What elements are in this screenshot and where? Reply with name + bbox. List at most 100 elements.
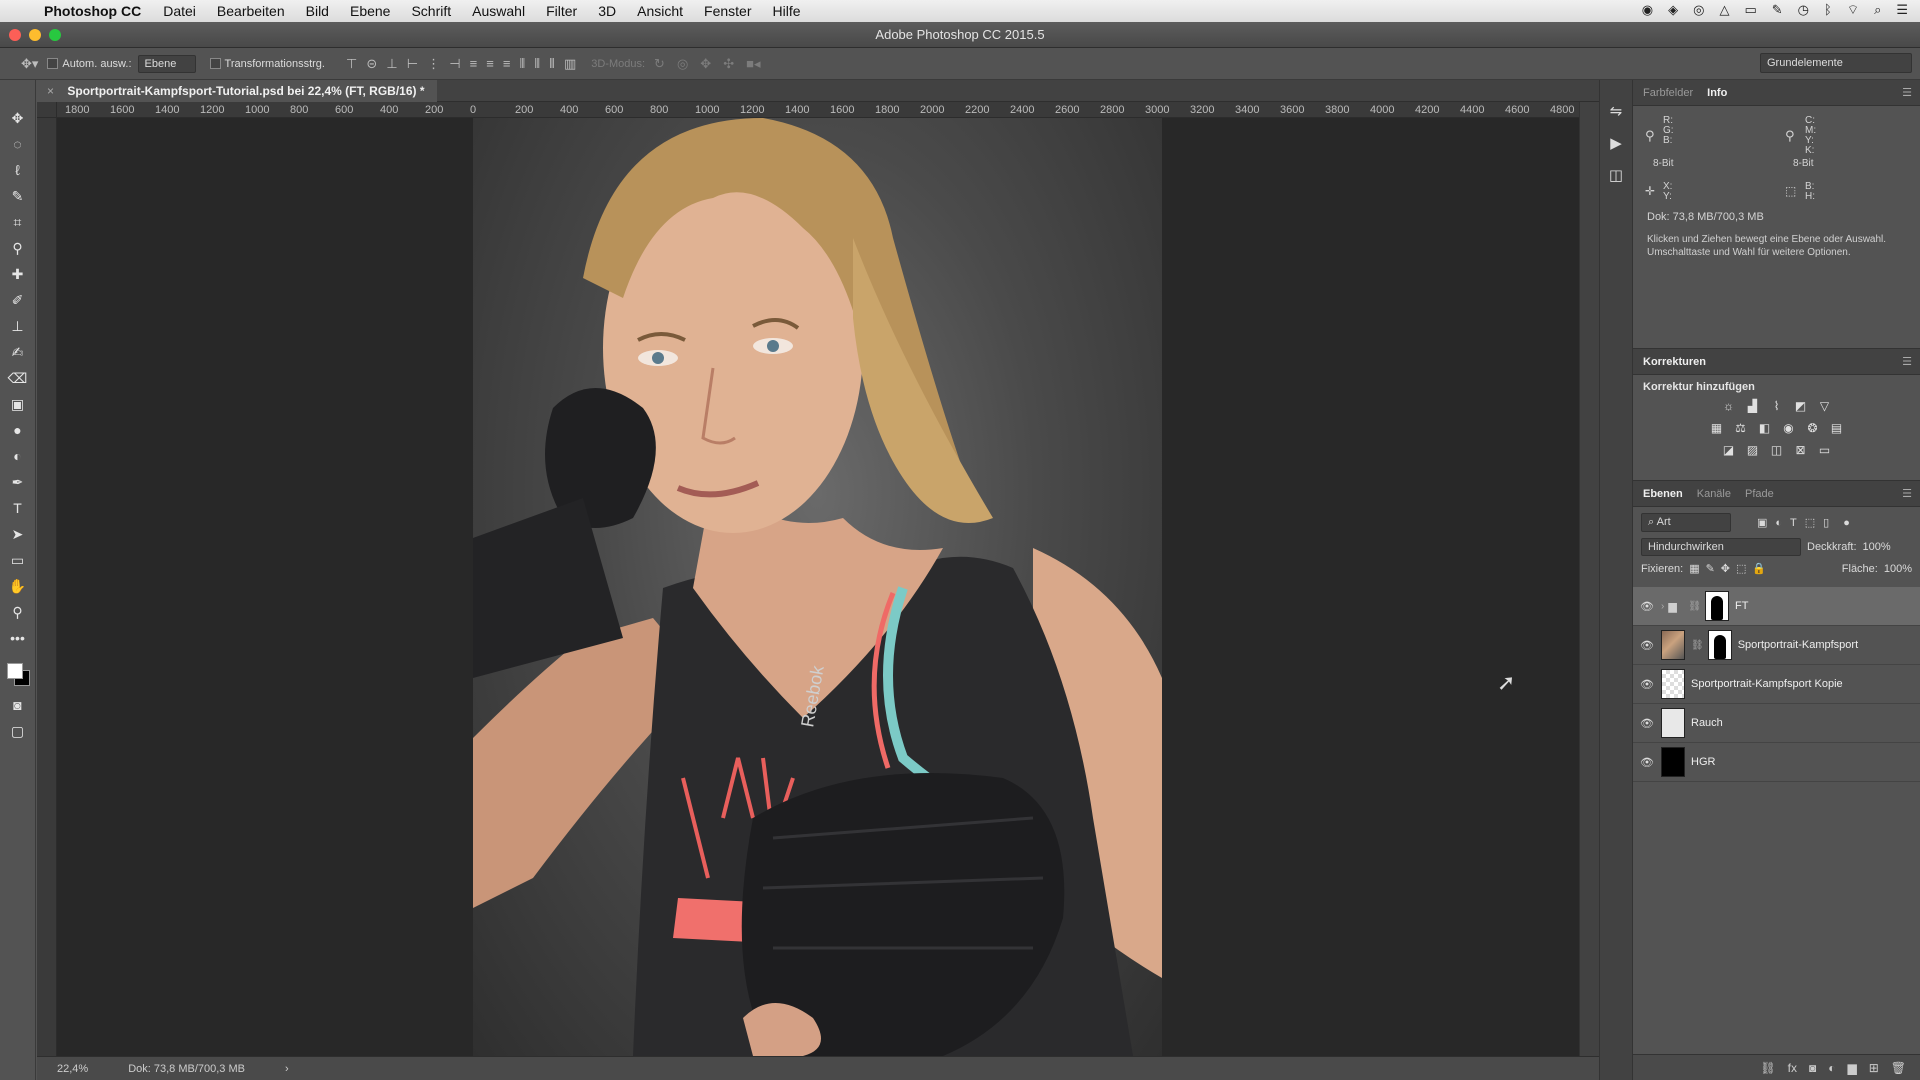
3d-roll-icon[interactable]: ◎ (677, 56, 688, 72)
layer-name[interactable]: Rauch (1691, 717, 1723, 729)
crop-tool-icon[interactable]: ⌗ (6, 214, 30, 231)
brush-tool-icon[interactable]: ✐ (6, 292, 30, 309)
script-icon[interactable]: ✎ (1772, 2, 1783, 18)
link-layers-icon[interactable]: ⛓ (1760, 1061, 1775, 1075)
notification-icon[interactable]: ☰ (1896, 2, 1908, 18)
close-window-button[interactable] (9, 29, 21, 41)
move-tool-icon[interactable]: ✥ (6, 110, 30, 127)
3d-rotate-icon[interactable]: ↻ (654, 56, 665, 72)
ruler-origin[interactable] (37, 102, 57, 118)
menu-3d[interactable]: 3D (598, 3, 616, 19)
layer-name[interactable]: HGR (1691, 756, 1715, 768)
eyedropper-readout-icon[interactable]: ⚲ (1645, 128, 1655, 144)
brightness-contrast-icon[interactable]: ☼ (1721, 399, 1737, 413)
horizontal-ruler[interactable]: 1800 1600 1400 1200 1000 800 600 400 200 0 200 400 6… (57, 102, 1579, 118)
visibility-eye-icon[interactable]: 👁 (1633, 756, 1661, 769)
layer-thumbnail[interactable] (1661, 708, 1685, 738)
layer-name[interactable]: Sportportrait-Kampfsport Kopie (1691, 678, 1843, 690)
dodge-tool-icon[interactable]: ◐ (6, 448, 30, 465)
selective-color-icon[interactable]: ⊠ (1793, 443, 1809, 457)
tab-korrekturen[interactable]: Korrekturen (1643, 356, 1706, 368)
zoom-tool-icon[interactable]: ⚲ (6, 604, 30, 621)
layer-row[interactable]: 👁 Sportportrait-Kampfsport Kopie (1633, 665, 1920, 704)
canvas-area[interactable]: Reebok ➚ (57, 118, 1579, 1056)
auto-select-checkbox[interactable]: Autom. ausw.: (47, 58, 132, 70)
gradient-map-icon[interactable]: ▭ (1817, 443, 1833, 457)
more-tools-icon[interactable]: ••• (6, 630, 30, 647)
history-panel-icon[interactable]: ⇋ (1610, 102, 1623, 120)
layer-mask-thumbnail[interactable] (1707, 630, 1732, 660)
record-icon[interactable]: ◉ (1642, 2, 1653, 18)
rectangle-tool-icon[interactable]: ▭ (6, 552, 30, 569)
time-machine-icon[interactable]: ◷ (1798, 2, 1809, 18)
layer-thumbnail[interactable] (1661, 747, 1685, 777)
lock-icons[interactable]: ▦✎✥⬚🔒 (1689, 562, 1772, 575)
channel-mixer-icon[interactable]: ❂ (1805, 421, 1821, 435)
tab-pfade[interactable]: Pfade (1745, 488, 1774, 500)
actions-panel-icon[interactable]: ▶ (1610, 134, 1622, 152)
delete-layer-icon[interactable]: 🗑 (1891, 1061, 1906, 1075)
transform-controls-checkbox[interactable]: Transformationsstrg. (209, 58, 325, 70)
properties-panel-icon[interactable]: ◫ (1609, 166, 1623, 184)
close-document-icon[interactable]: × (47, 84, 54, 98)
layer-mask-thumbnail[interactable] (1705, 591, 1730, 621)
quick-selection-tool-icon[interactable]: ✎ (6, 188, 30, 205)
type-tool-icon[interactable]: T (6, 500, 30, 517)
lasso-tool-icon[interactable]: ℓ (6, 162, 30, 179)
clone-stamp-tool-icon[interactable]: ⊥ (6, 318, 30, 335)
link-icon[interactable]: ⛓ (1691, 640, 1704, 651)
exposure-icon[interactable]: ◩ (1793, 399, 1809, 413)
threshold-icon[interactable]: ◫ (1769, 443, 1785, 457)
pen-tool-icon[interactable]: ✒ (6, 474, 30, 491)
dropbox-icon[interactable]: ◈ (1668, 2, 1678, 18)
align-vcenter-icon[interactable]: ⊝ (366, 56, 377, 71)
tab-ebenen[interactable]: Ebenen (1643, 488, 1683, 500)
photo-filter-icon[interactable]: ◉ (1781, 421, 1797, 435)
hand-tool-icon[interactable]: ✋ (6, 578, 30, 595)
path-selection-tool-icon[interactable]: ➤ (6, 526, 30, 543)
corrections-menu-icon[interactable]: ☰ (1902, 355, 1912, 368)
healing-brush-tool-icon[interactable]: ✚ (6, 266, 30, 283)
menu-hilfe[interactable]: Hilfe (773, 3, 801, 19)
vertical-scrollbar[interactable] (1579, 102, 1599, 1056)
blend-mode-dropdown[interactable]: Hindurchwirken (1641, 538, 1801, 556)
fill-value[interactable]: 100% (1884, 563, 1912, 575)
vibrance-icon[interactable]: ▽ (1817, 399, 1833, 413)
menu-datei[interactable]: Datei (163, 3, 196, 19)
visibility-eye-icon[interactable]: 👁 (1633, 678, 1661, 691)
distribute-vcenter-icon[interactable]: ≡ (486, 56, 494, 71)
menu-ebene[interactable]: Ebene (350, 3, 390, 19)
wifi-icon[interactable]: ⌔ (1847, 2, 1859, 18)
posterize-icon[interactable]: ▨ (1745, 443, 1761, 457)
levels-icon[interactable]: ▟ (1745, 399, 1761, 413)
drive-icon[interactable]: △ (1719, 2, 1729, 18)
screen-mode-icon[interactable]: ▢ (6, 723, 30, 740)
bluetooth-icon[interactable]: ᛒ (1824, 2, 1832, 18)
filter-toggle-icon[interactable]: ● (1843, 517, 1850, 529)
layer-row[interactable]: 👁 HGR (1633, 743, 1920, 782)
distribute-left-icon[interactable]: ⦀ (520, 56, 526, 71)
visibility-eye-icon[interactable]: 👁 (1633, 639, 1661, 652)
document-image[interactable]: Reebok (473, 118, 1162, 1056)
quick-mask-icon[interactable]: ◙ (6, 697, 30, 714)
menu-schrift[interactable]: Schrift (411, 3, 451, 19)
eyedropper-tool-icon[interactable]: ⚲ (6, 240, 30, 257)
layer-style-icon[interactable]: fx (1788, 1061, 1797, 1075)
layer-row[interactable]: 👁 › ▆ ⛓ FT (1633, 587, 1920, 626)
layer-filter-icons[interactable]: ▣◐T⬚▯ (1757, 516, 1837, 529)
move-tool-preset-icon[interactable]: ✥▾ (21, 56, 38, 72)
distribute-right-icon[interactable]: ⦀ (549, 56, 555, 71)
zoom-window-button[interactable] (49, 29, 61, 41)
distribute-hcenter-icon[interactable]: ⦀ (534, 56, 540, 71)
opacity-value[interactable]: 100% (1863, 541, 1891, 553)
visibility-eye-icon[interactable]: 👁 (1633, 717, 1661, 730)
vertical-ruler[interactable] (37, 118, 57, 1056)
align-bottom-icon[interactable]: ⊥ (386, 56, 397, 71)
display-icon[interactable]: ▭ (1744, 2, 1756, 18)
visibility-eye-icon[interactable]: 👁 (1633, 600, 1661, 613)
link-icon[interactable]: ⛓ (1688, 601, 1701, 612)
layers-menu-icon[interactable]: ☰ (1902, 487, 1912, 500)
history-brush-tool-icon[interactable]: ✍ (6, 344, 30, 361)
spotlight-icon[interactable]: ⌕ (1874, 2, 1881, 18)
marquee-tool-icon[interactable]: ◌ (6, 136, 30, 153)
